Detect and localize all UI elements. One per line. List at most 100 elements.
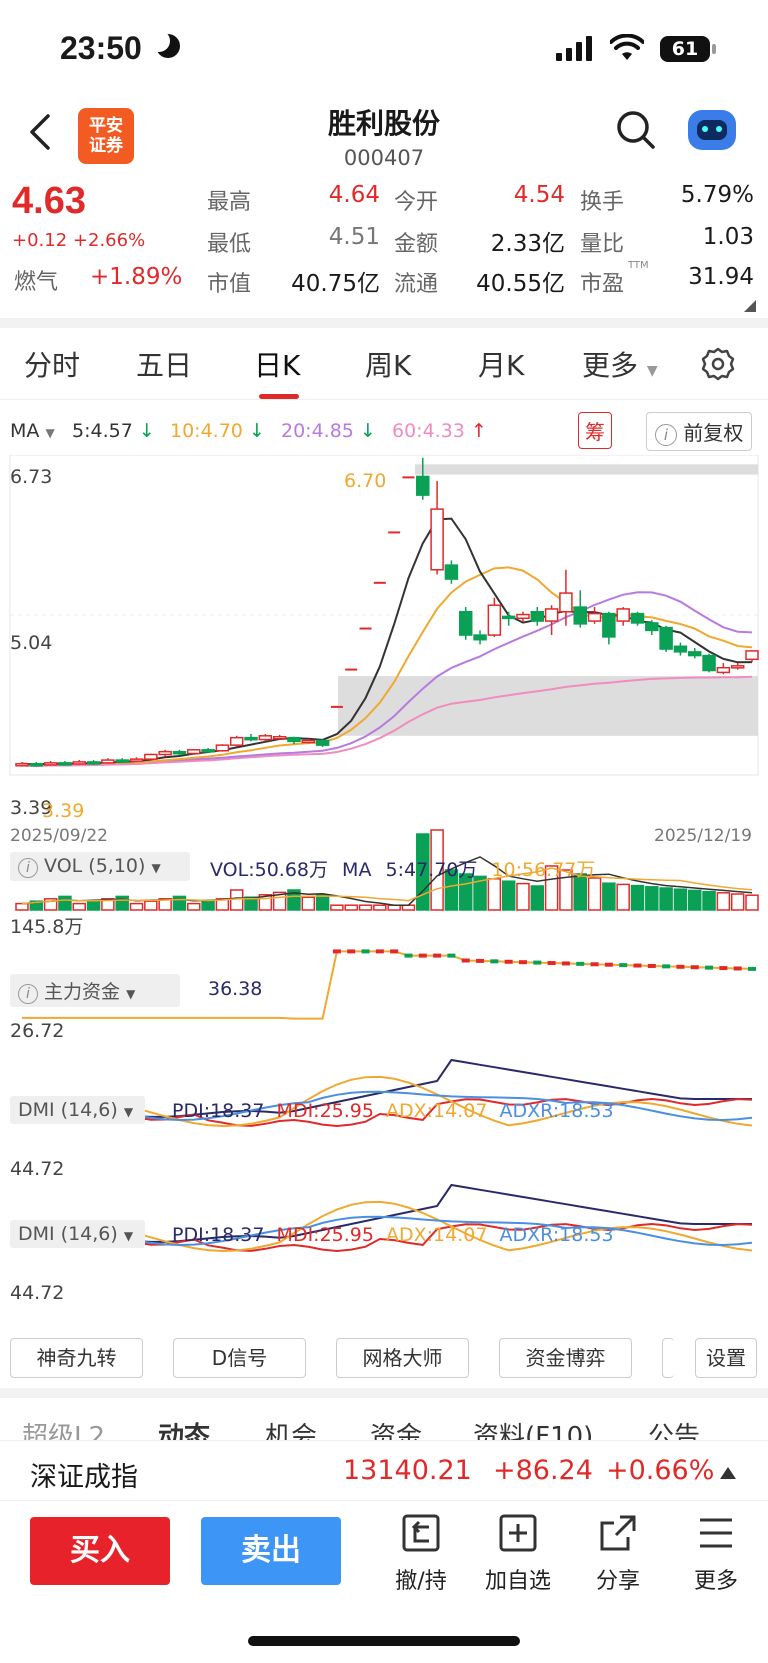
turnover-label: 换手 xyxy=(580,190,625,215)
adx-value: ADX:14.07 xyxy=(386,1100,488,1122)
period-tabs: 分时 五日 日K 周K 月K 更多 ▼ xyxy=(0,330,768,400)
index-change: +86.24 xyxy=(493,1455,593,1486)
buy-button[interactable]: 买入 xyxy=(30,1517,170,1585)
candle-body xyxy=(530,610,545,622)
capital-flow-mark xyxy=(433,953,442,958)
section-separator xyxy=(0,318,768,328)
magic-nine-button[interactable]: 神奇九转 xyxy=(10,1338,143,1378)
date-start: 2025/09/22 xyxy=(10,826,108,846)
adjust-label: 前复权 xyxy=(683,421,744,445)
tab-more[interactable]: 更多 ▼ xyxy=(582,344,658,384)
candle-body xyxy=(201,749,215,753)
subtab-news[interactable]: 动态 xyxy=(158,1416,210,1440)
high-value: 4.64 xyxy=(328,182,380,208)
grid-master-button[interactable]: 网格大师 xyxy=(336,1338,469,1378)
subtab-opportunity[interactable]: 机会 xyxy=(265,1416,317,1440)
pe-label: 市盈 xyxy=(580,272,625,297)
capital-flow-mark xyxy=(647,963,656,968)
index-change-pct: +0.66% xyxy=(606,1455,715,1486)
open-label: 今开 xyxy=(394,190,439,215)
tab-five-day[interactable]: 五日 xyxy=(136,344,192,384)
tab-weekly-k[interactable]: 周K xyxy=(365,344,411,384)
candle-body xyxy=(244,736,258,741)
subtab-capital[interactable]: 资金 xyxy=(370,1416,422,1440)
tab-daily-k[interactable]: 日K xyxy=(254,344,300,384)
volume-bar xyxy=(187,902,201,911)
ma60-text: 60:4.33 xyxy=(392,420,465,442)
vol-ratio-label: 量比 xyxy=(580,232,625,257)
tab-monthly-k[interactable]: 月K xyxy=(478,344,524,384)
cancel-order-icon xyxy=(402,1514,440,1552)
capital-flow-mark xyxy=(404,953,413,958)
volume-bar xyxy=(501,880,516,911)
dmi-indicator-selector-1[interactable]: DMI (14,6) ▼ xyxy=(10,1096,145,1124)
back-arrow-icon[interactable] xyxy=(28,112,52,152)
candle-body xyxy=(215,744,230,752)
adjust-button[interactable]: i 前复权 xyxy=(646,412,753,451)
arrow-up-icon: ↑ xyxy=(470,420,487,442)
capital-indicator-selector[interactable]: i 主力资金 ▼ xyxy=(10,974,180,1007)
add-watchlist-action[interactable]: 加自选 xyxy=(478,1513,558,1595)
vol-indicator-selector[interactable]: i VOL (5,10) ▼ xyxy=(10,852,190,881)
capital-flow-mark xyxy=(590,962,599,967)
partial-button[interactable] xyxy=(662,1338,674,1378)
caret-down-icon: ▼ xyxy=(123,1229,134,1243)
tab-intraday[interactable]: 分时 xyxy=(24,344,80,384)
search-icon[interactable] xyxy=(616,110,656,150)
dmi-indicator-selector-2[interactable]: DMI (14,6) ▼ xyxy=(10,1220,145,1248)
mktcap-value: 40.75亿 xyxy=(291,271,380,297)
ma10-value: 10:4.70 ↓ xyxy=(170,420,265,442)
candle-body xyxy=(673,645,688,653)
k-line-charts[interactable] xyxy=(0,455,768,1330)
capital-flow-mark xyxy=(547,961,556,966)
sector-name[interactable]: 燃气 xyxy=(14,264,58,296)
index-ticker[interactable]: 深证成指 13140.21 +86.24 +0.66% xyxy=(0,1440,768,1500)
subtab-f10[interactable]: 资料(F10) xyxy=(473,1416,593,1440)
wifi-icon xyxy=(610,34,644,60)
caret-up-icon[interactable] xyxy=(720,1467,736,1479)
d-signal-button[interactable]: D信号 xyxy=(173,1338,306,1378)
vol-ratio-value: 1.03 xyxy=(702,224,754,250)
sell-button[interactable]: 卖出 xyxy=(201,1517,341,1585)
gear-icon[interactable] xyxy=(700,346,736,382)
volume-bar xyxy=(587,877,602,911)
volume-bar xyxy=(144,900,158,911)
mktcap-label: 市值 xyxy=(207,272,252,297)
capital-flow-mark xyxy=(518,960,527,965)
subtab-l2[interactable]: 超级L2 xyxy=(22,1416,105,1440)
candle-body xyxy=(72,761,87,765)
volume-bar xyxy=(344,904,358,911)
candle-body xyxy=(544,608,559,622)
capital-flow-mark xyxy=(461,958,470,963)
candle-body xyxy=(29,763,44,767)
arrow-down-icon: ↓ xyxy=(138,420,155,442)
indicator-settings-button[interactable]: 设置 xyxy=(695,1338,757,1378)
capital-flow-mark xyxy=(633,963,642,968)
cancel-hold-action[interactable]: 撤/持 xyxy=(381,1513,461,1595)
share-action[interactable]: 分享 xyxy=(578,1513,658,1595)
ma20-text: 20:4.85 xyxy=(281,420,354,442)
capital-game-button[interactable]: 资金博弈 xyxy=(499,1338,632,1378)
volume-bar xyxy=(659,887,673,911)
expand-corner-icon[interactable] xyxy=(744,300,756,312)
capital-flow-mark xyxy=(719,966,728,971)
max-price-marker: 6.70 xyxy=(344,470,387,492)
open-value: 4.54 xyxy=(513,182,565,208)
ma-selector[interactable]: MA ▼ xyxy=(10,420,55,442)
signal-icon xyxy=(556,36,592,61)
subtab-announcement[interactable]: 公告 xyxy=(648,1416,700,1440)
candle-body xyxy=(559,592,573,613)
add-box-icon xyxy=(499,1514,537,1552)
volume-bar xyxy=(645,886,659,911)
candle-body xyxy=(444,564,459,580)
volume-bar xyxy=(516,882,530,911)
active-tab-underline xyxy=(259,394,299,399)
candle-body xyxy=(158,750,172,756)
chip-distribution-button[interactable]: 筹 xyxy=(578,412,612,449)
candle-body xyxy=(172,750,187,755)
price-change-abs: +0.12 xyxy=(12,230,68,251)
candle-body xyxy=(101,759,115,764)
more-action[interactable]: 更多 xyxy=(676,1513,756,1595)
ai-assistant-icon[interactable] xyxy=(688,110,736,150)
adx-value-2: ADX:14.07 xyxy=(386,1224,488,1246)
